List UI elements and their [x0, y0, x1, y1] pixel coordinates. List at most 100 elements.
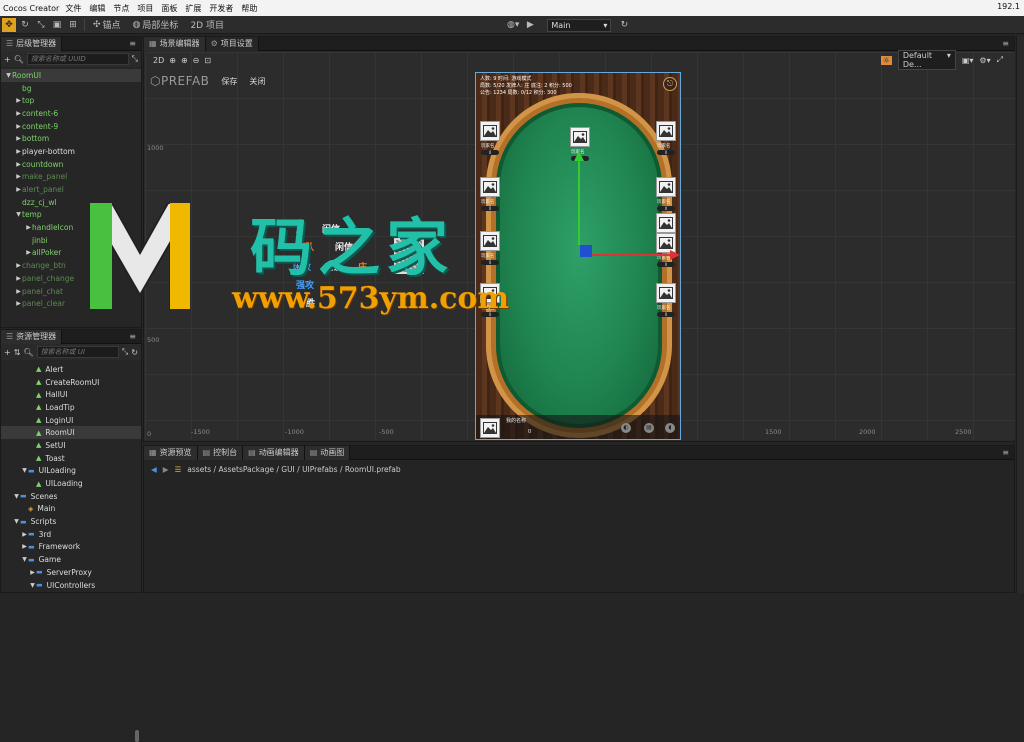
expand-arrow-icon[interactable]: ▶ [15, 288, 22, 295]
hierarchy-node[interactable]: ▶ top [1, 94, 141, 107]
pivot-button[interactable]: ✣ 锚点 [91, 18, 123, 32]
asset-item[interactable]: ▲ UILoading [1, 477, 141, 490]
gizmo-y-axis[interactable] [578, 159, 580, 245]
menu-item[interactable]: 文件 [65, 4, 81, 13]
expand-arrow-icon[interactable]: ▼ [21, 467, 28, 474]
gizmo-y-arrow-icon[interactable] [574, 151, 584, 161]
bottom-menu-icon[interactable]: ≡ [1002, 448, 1009, 457]
scene-menu-icon[interactable]: ≡ [1002, 39, 1009, 48]
asset-item[interactable]: ▼ ▬ Scenes [1, 490, 141, 503]
collapse-icon[interactable]: ⤡ [122, 347, 128, 357]
expand-arrow-icon[interactable]: ▼ [21, 556, 28, 563]
sort-icon[interactable]: ⇅ [14, 348, 21, 357]
asset-item[interactable]: ◈ Main [1, 503, 141, 516]
tab-animation-editor[interactable]: ▤ 动画编辑器 [243, 445, 305, 460]
refresh-icon[interactable]: ↻ [617, 18, 631, 32]
expand-arrow-icon[interactable]: ▶ [15, 135, 22, 142]
expand-arrow-icon[interactable]: ▶ [15, 300, 22, 307]
asset-item[interactable]: ▼ ▬ UIControllers [1, 579, 141, 592]
zoom-fit-icon[interactable]: ⊕ [169, 56, 176, 65]
play-icon[interactable]: ▶ [523, 18, 537, 32]
asset-item[interactable]: ▶ ▬ Framework [1, 541, 141, 554]
expand-arrow-icon[interactable]: ▼ [29, 582, 36, 589]
expand-arrow-icon[interactable]: ▶ [25, 249, 32, 256]
hierarchy-search-input[interactable]: 搜索名称或 UUID [26, 53, 129, 65]
gizmo-x-axis[interactable] [586, 254, 672, 256]
asset-item[interactable]: ▼ ▬ UILoading [1, 465, 141, 478]
expand-arrow-icon[interactable]: ▶ [15, 110, 22, 117]
hierarchy-node[interactable]: ▶ make_panel [1, 171, 141, 184]
menu-item[interactable]: 扩展 [185, 4, 201, 13]
maximize-icon[interactable]: ⤢ [997, 55, 1003, 65]
mode-2d-button[interactable]: 2D 项目 [188, 18, 226, 32]
gizmo-x-arrow-icon[interactable] [670, 250, 680, 260]
mode-2d-toggle[interactable]: 2D [153, 56, 164, 65]
asset-item[interactable]: ▲ CreateRoomUI [1, 376, 141, 389]
zoom-in-icon[interactable]: ⊕ [181, 56, 188, 65]
expand-arrow-icon[interactable]: ▼ [15, 211, 22, 218]
menu-item[interactable]: 节点 [113, 4, 129, 13]
asset-item[interactable]: ▲ Alert [1, 363, 141, 376]
add-asset-icon[interactable]: + [4, 348, 11, 357]
assets-menu-icon[interactable]: ≡ [129, 332, 136, 341]
asset-item[interactable]: ▲ LoadTip [1, 401, 141, 414]
local-coord-button[interactable]: ◍ 局部坐标 [131, 18, 181, 32]
tab-asset-preview[interactable]: ▦ 资源预览 [144, 445, 198, 460]
sound-icon[interactable]: ◖ [665, 423, 675, 433]
expand-arrow-icon[interactable]: ▼ [5, 72, 12, 79]
rotate-tool-icon[interactable]: ↻ [18, 18, 32, 32]
expand-arrow-icon[interactable]: ▶ [15, 161, 22, 168]
hierarchy-node[interactable]: ▶ countdown [1, 158, 141, 171]
tab-project-settings[interactable]: ⚙ 项目设置 [205, 36, 259, 51]
asset-item[interactable]: ▼ ▬ Scripts [1, 515, 141, 528]
rect-tool-icon[interactable]: ▣ [50, 18, 64, 32]
zoom-reset-icon[interactable]: ⊡ [204, 56, 211, 65]
expand-arrow-icon[interactable]: ▶ [15, 275, 22, 282]
gizmo-center-handle[interactable] [580, 245, 592, 257]
snapshot-icon[interactable]: ▣▾ [962, 56, 974, 65]
back-arrow-icon[interactable]: ◀ [151, 465, 157, 474]
tab-scene-editor[interactable]: ▦ 场景编辑器 [144, 36, 206, 51]
expand-arrow-icon[interactable]: ▶ [21, 531, 28, 538]
prefab-save-button[interactable]: 保存 [221, 76, 237, 87]
menu-item[interactable]: 面板 [161, 4, 177, 13]
menu-item[interactable]: 编辑 [89, 4, 105, 13]
refresh-icon[interactable]: ↻ [131, 348, 138, 357]
expand-arrow-icon[interactable]: ▶ [15, 97, 22, 104]
transform-tool-icon[interactable]: ⊞ [66, 18, 80, 32]
menu-item[interactable]: 项目 [137, 4, 153, 13]
expand-arrow-icon[interactable]: ▶ [15, 186, 22, 193]
assets-scrollbar[interactable] [135, 730, 139, 742]
expand-arrow-icon[interactable]: ▶ [29, 569, 36, 576]
exit-icon[interactable]: ⎋ [663, 77, 677, 91]
prefab-close-button[interactable]: 关闭 [249, 76, 265, 87]
hierarchy-node[interactable]: ▶ player-bottom [1, 145, 141, 158]
asset-item[interactable]: ▲ HallUI [1, 388, 141, 401]
light-icon[interactable]: ☼ [880, 55, 892, 65]
game-canvas[interactable]: 人数: 9 时间: 游戏模式 局数: 5/20 发牌人: 庄 底注: 2 积分:… [475, 72, 681, 440]
asset-item[interactable]: ▼ ▬ Game [1, 553, 141, 566]
hierarchy-node[interactable]: ▶ bottom [1, 132, 141, 145]
hierarchy-node[interactable]: bg [1, 82, 141, 95]
asset-item[interactable]: ▲ SetUI [1, 439, 141, 452]
chat-icon[interactable]: ▤ [644, 423, 654, 433]
expand-arrow-icon[interactable]: ▼ [13, 518, 20, 525]
expand-arrow-icon[interactable]: ▶ [21, 543, 28, 550]
asset-item[interactable]: ▲ Toast [1, 452, 141, 465]
asset-item[interactable]: ▶ ▬ ServerProxy [1, 566, 141, 579]
scale-tool-icon[interactable]: ⤡ [34, 18, 48, 32]
tab-animation-graph[interactable]: ▤ 动画图 [304, 445, 351, 460]
forward-arrow-icon[interactable]: ▶ [163, 465, 169, 474]
expand-arrow-icon[interactable]: ▶ [15, 262, 22, 269]
settings-gear-icon[interactable]: ⚙▾ [979, 56, 990, 65]
scene-select[interactable]: Main ▾ [547, 18, 612, 32]
hierarchy-menu-icon[interactable]: ≡ [129, 39, 136, 48]
zoom-out-icon[interactable]: ⊖ [193, 56, 200, 65]
expand-arrow-icon[interactable]: ▼ [13, 493, 20, 500]
tab-hierarchy[interactable]: ☰ 层级管理器 [1, 36, 63, 51]
assets-search-input[interactable]: 搜索名称或 UI [36, 346, 119, 358]
expand-arrow-icon[interactable]: ▶ [25, 224, 32, 231]
hierarchy-node[interactable]: ▼ RoomUI [1, 69, 141, 82]
expand-arrow-icon[interactable]: ▶ [15, 123, 22, 130]
resolution-select[interactable]: Default De... ▾ [897, 50, 956, 70]
